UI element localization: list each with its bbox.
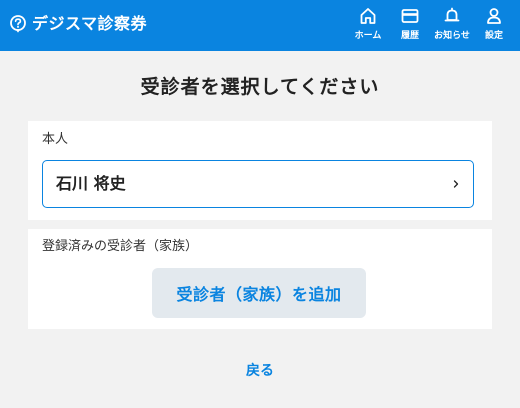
- app-name: デジスマ診察券: [32, 14, 148, 33]
- nav-home[interactable]: ホーム: [350, 6, 386, 41]
- nav-notifications-label: お知らせ: [434, 31, 470, 41]
- family-section: 登録済みの受診者（家族） 受診者（家族）を追加: [28, 229, 492, 329]
- brand[interactable]: デジスマ診察券: [9, 14, 147, 34]
- chevron-right-icon: [453, 180, 459, 188]
- nav-settings-label: 設定: [484, 31, 503, 41]
- nav-settings[interactable]: 設定: [476, 6, 512, 41]
- add-family-button[interactable]: 受診者（家族）を追加: [152, 268, 366, 318]
- back-link[interactable]: 戻る: [0, 362, 520, 380]
- pin-question-icon: [10, 15, 26, 33]
- card-icon: [401, 9, 419, 23]
- page-title: 受診者を選択してください: [140, 76, 380, 98]
- header-nav: ホーム 履歴 お知らせ 設定: [344, 6, 512, 41]
- patient-select-self[interactable]: 石川 将史: [42, 160, 474, 208]
- app-header: デジスマ診察券 ホーム 履歴 お知らせ 設定: [0, 0, 520, 51]
- nav-history-label: 履歴: [400, 31, 419, 41]
- nav-notifications[interactable]: お知らせ: [434, 6, 470, 41]
- self-section: 本人 石川 将史: [28, 121, 492, 220]
- family-section-label: 登録済みの受診者（家族）: [42, 239, 199, 254]
- nav-home-label: ホーム: [354, 31, 382, 41]
- nav-history[interactable]: 履歴: [392, 6, 428, 41]
- patient-name: 石川 将史: [56, 174, 126, 193]
- user-icon: [487, 8, 501, 24]
- home-icon: [360, 8, 376, 24]
- bell-icon: [444, 7, 460, 22]
- self-section-label: 本人: [42, 132, 69, 147]
